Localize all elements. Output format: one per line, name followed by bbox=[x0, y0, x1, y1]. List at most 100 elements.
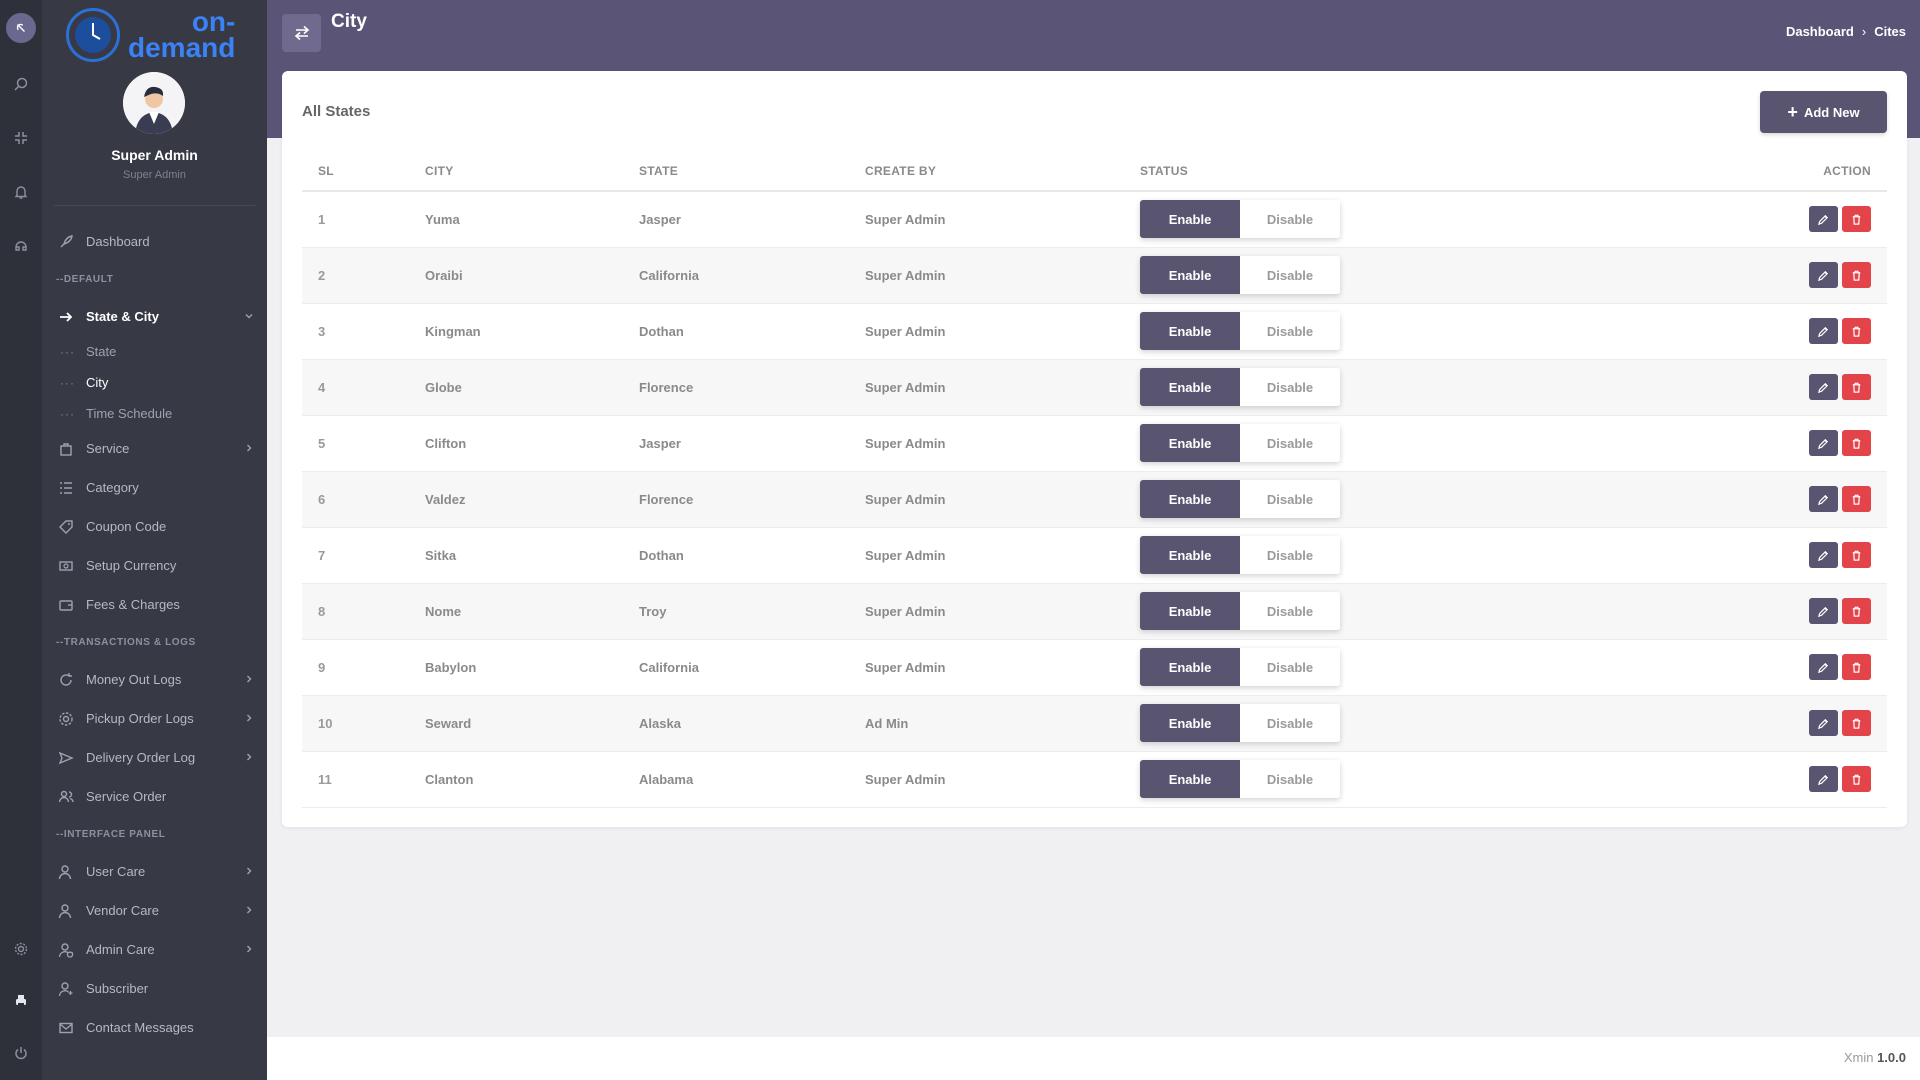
enable-button[interactable]: Enable bbox=[1140, 648, 1240, 686]
enable-button[interactable]: Enable bbox=[1140, 200, 1240, 239]
sidebar-subitem-state[interactable]: ··· State bbox=[42, 336, 267, 367]
delete-button[interactable] bbox=[1842, 598, 1871, 624]
sidebar-item-vendor-care[interactable]: Vendor Care bbox=[42, 891, 267, 930]
app-logo-icon[interactable] bbox=[6, 13, 36, 43]
power-icon[interactable] bbox=[8, 1040, 34, 1066]
delete-button[interactable] bbox=[1842, 318, 1871, 344]
table-row: 1 Yuma Jasper Super Admin Enable Disable bbox=[302, 191, 1887, 248]
disable-button[interactable]: Disable bbox=[1240, 760, 1340, 798]
sidebar-item-category[interactable]: Category bbox=[42, 468, 267, 507]
trash-icon bbox=[1850, 773, 1863, 786]
status-toggle: Enable Disable bbox=[1140, 480, 1340, 518]
disable-button[interactable]: Disable bbox=[1240, 704, 1340, 742]
edit-button[interactable] bbox=[1809, 206, 1838, 233]
user-plus-icon bbox=[58, 981, 74, 997]
cell-state: Troy bbox=[623, 583, 849, 640]
sidebar-item-admin-care[interactable]: Admin Care bbox=[42, 930, 267, 969]
disable-button[interactable]: Disable bbox=[1240, 200, 1340, 239]
settings-icon[interactable] bbox=[8, 936, 34, 962]
sidebar-item-contact-messages[interactable]: Contact Messages bbox=[42, 1008, 267, 1047]
add-new-button[interactable]: + Add New bbox=[1760, 91, 1887, 133]
cities-table: SL CITY STATE CREATE BY STATUS ACTION 1Y… bbox=[302, 151, 1887, 808]
sidebar-subitem-time-schedule[interactable]: ··· Time Schedule bbox=[42, 398, 267, 429]
cell-action bbox=[1504, 583, 1887, 640]
status-toggle: Enable Disable bbox=[1140, 648, 1340, 686]
breadcrumb-current: Cites bbox=[1874, 24, 1906, 39]
delete-button[interactable] bbox=[1842, 374, 1871, 400]
sidebar-item-service-order[interactable]: Service Order bbox=[42, 777, 267, 816]
cell-create-by: Super Admin bbox=[849, 471, 1124, 528]
chevron-right-icon bbox=[243, 673, 255, 685]
edit-button[interactable] bbox=[1809, 262, 1838, 288]
disable-button[interactable]: Disable bbox=[1240, 592, 1340, 630]
sidebar-item-pickup-order-logs[interactable]: Pickup Order Logs bbox=[42, 699, 267, 738]
enable-button[interactable]: Enable bbox=[1140, 312, 1240, 350]
trash-icon bbox=[1850, 549, 1863, 562]
trash-icon bbox=[1850, 325, 1863, 338]
disable-button[interactable]: Disable bbox=[1240, 480, 1340, 518]
edit-button[interactable] bbox=[1809, 318, 1838, 344]
delete-button[interactable] bbox=[1842, 710, 1871, 736]
support-icon[interactable] bbox=[8, 233, 34, 259]
enable-button[interactable]: Enable bbox=[1140, 536, 1240, 574]
edit-button[interactable] bbox=[1809, 598, 1838, 624]
disable-button[interactable]: Disable bbox=[1240, 424, 1340, 462]
delete-button[interactable] bbox=[1842, 766, 1871, 792]
avatar[interactable] bbox=[123, 72, 185, 134]
sidebar-item-fees-charges[interactable]: Fees & Charges bbox=[42, 585, 267, 624]
fullscreen-icon[interactable] bbox=[8, 125, 34, 151]
delete-button[interactable] bbox=[1842, 542, 1871, 568]
cell-action bbox=[1504, 247, 1887, 304]
enable-button[interactable]: Enable bbox=[1140, 480, 1240, 518]
sidebar-item-dashboard[interactable]: Dashboard bbox=[42, 222, 267, 261]
wallet-icon bbox=[58, 597, 74, 613]
dots-icon: ··· bbox=[60, 375, 75, 390]
delete-button[interactable] bbox=[1842, 206, 1871, 233]
cell-city: Oraibi bbox=[409, 247, 623, 304]
cell-create-by: Super Admin bbox=[849, 247, 1124, 304]
cell-state: Florence bbox=[623, 471, 849, 528]
delete-button[interactable] bbox=[1842, 486, 1871, 512]
sidebar-item-subscriber[interactable]: Subscriber bbox=[42, 969, 267, 1008]
search-icon[interactable] bbox=[8, 71, 34, 97]
edit-button[interactable] bbox=[1809, 374, 1838, 400]
cell-action bbox=[1504, 527, 1887, 584]
enable-button[interactable]: Enable bbox=[1140, 760, 1240, 798]
edit-button[interactable] bbox=[1809, 542, 1838, 568]
sidebar-item-delivery-order-log[interactable]: Delivery Order Log bbox=[42, 738, 267, 777]
bell-icon[interactable] bbox=[8, 179, 34, 205]
delete-button[interactable] bbox=[1842, 262, 1871, 288]
chevron-right-icon bbox=[243, 904, 255, 916]
sidebar-item-state-city[interactable]: State & City bbox=[42, 297, 267, 336]
enable-button[interactable]: Enable bbox=[1140, 592, 1240, 630]
sidebar-item-money-out-logs[interactable]: Money Out Logs bbox=[42, 660, 267, 699]
breadcrumb-dashboard-link[interactable]: Dashboard bbox=[1786, 24, 1854, 39]
edit-button[interactable] bbox=[1809, 486, 1838, 512]
disable-button[interactable]: Disable bbox=[1240, 368, 1340, 406]
sidebar-item-service[interactable]: Service bbox=[42, 429, 267, 468]
edit-button[interactable] bbox=[1809, 710, 1838, 736]
edit-button[interactable] bbox=[1809, 430, 1838, 456]
sidebar-subitem-city[interactable]: ··· City bbox=[42, 367, 267, 398]
delete-button[interactable] bbox=[1842, 430, 1871, 456]
brand-logo[interactable]: on- demand bbox=[66, 8, 235, 62]
enable-button[interactable]: Enable bbox=[1140, 368, 1240, 406]
enable-button[interactable]: Enable bbox=[1140, 424, 1240, 462]
sidebar-item-user-care[interactable]: User Care bbox=[42, 852, 267, 891]
cell-city: Seward bbox=[409, 695, 623, 752]
sidebar-item-setup-currency[interactable]: Setup Currency bbox=[42, 546, 267, 585]
cell-action bbox=[1504, 415, 1887, 472]
edit-button[interactable] bbox=[1809, 654, 1838, 680]
disable-button[interactable]: Disable bbox=[1240, 648, 1340, 686]
disable-button[interactable]: Disable bbox=[1240, 312, 1340, 350]
disable-button[interactable]: Disable bbox=[1240, 256, 1340, 294]
cell-status: Enable Disable bbox=[1124, 639, 1504, 696]
sidebar-toggle-button[interactable] bbox=[282, 14, 321, 52]
sidebar-item-coupon-code[interactable]: Coupon Code bbox=[42, 507, 267, 546]
enable-button[interactable]: Enable bbox=[1140, 256, 1240, 294]
printer-icon[interactable] bbox=[8, 988, 34, 1014]
disable-button[interactable]: Disable bbox=[1240, 536, 1340, 574]
enable-button[interactable]: Enable bbox=[1140, 704, 1240, 742]
edit-button[interactable] bbox=[1809, 766, 1838, 792]
delete-button[interactable] bbox=[1842, 654, 1871, 680]
